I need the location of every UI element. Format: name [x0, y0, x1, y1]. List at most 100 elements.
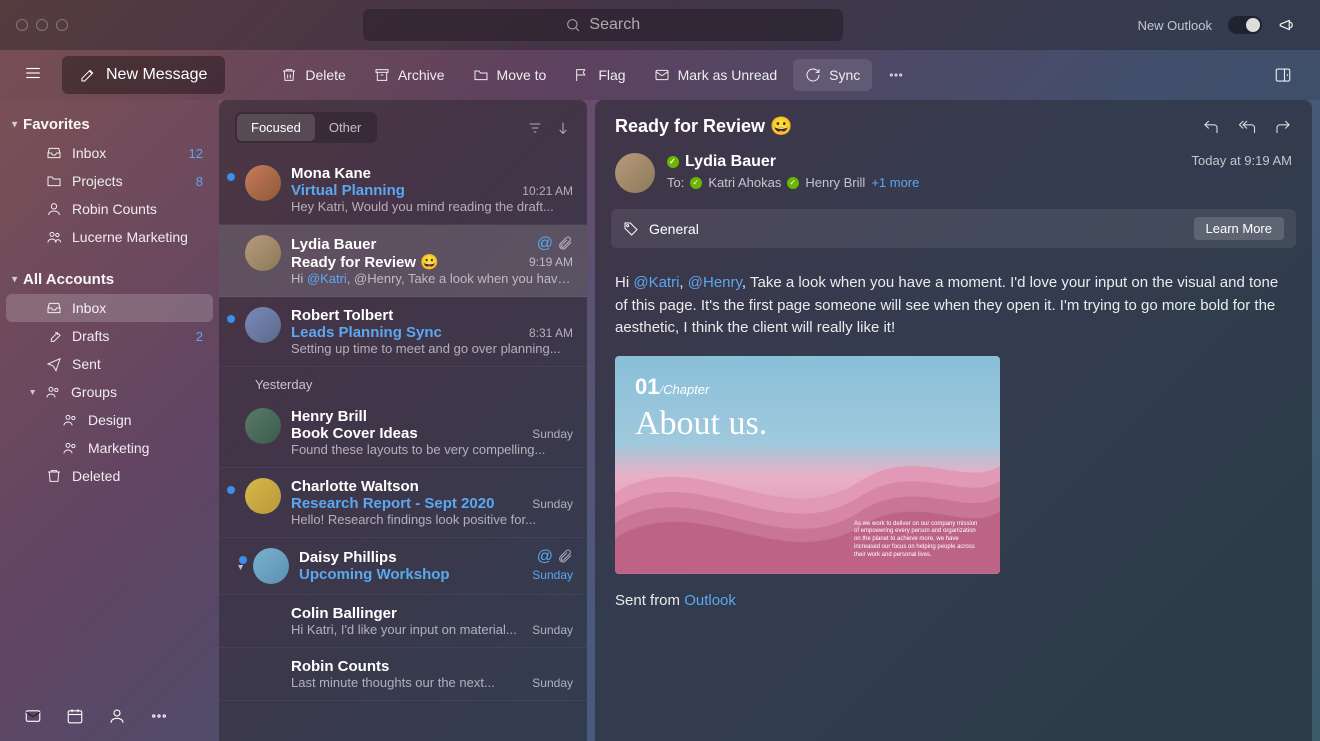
sidebar-label: Robin Counts — [72, 201, 203, 217]
message-item[interactable]: Lydia Bauer @ Ready for Review 😀 9:19 AM… — [219, 225, 587, 297]
sort-icon[interactable] — [555, 120, 571, 136]
sidebar-item-inbox[interactable]: Inbox — [6, 294, 213, 322]
sent-icon — [46, 356, 62, 372]
forward-icon[interactable] — [1274, 118, 1292, 136]
sidebar-item-deleted[interactable]: Deleted — [6, 462, 213, 490]
message-sender: Mona Kane — [291, 165, 573, 182]
sync-button[interactable]: Sync — [793, 59, 872, 91]
sidebar-item-inbox-fav[interactable]: Inbox 12 — [6, 139, 213, 167]
sidebar-item-design[interactable]: Design — [6, 406, 213, 434]
mail-icon[interactable] — [24, 707, 42, 725]
group-icon — [62, 412, 78, 428]
sidebar-item-drafts[interactable]: Drafts 2 — [6, 322, 213, 350]
message-item[interactable]: Robert Tolbert Leads Planning Sync 8:31 … — [219, 297, 587, 367]
mention[interactable]: @Katri — [633, 274, 679, 291]
attachment-icon — [557, 548, 573, 564]
menu-button[interactable] — [16, 56, 50, 95]
delete-button[interactable]: Delete — [269, 59, 357, 91]
mark-unread-button[interactable]: Mark as Unread — [642, 59, 790, 91]
more-icon[interactable] — [150, 707, 168, 725]
search-input[interactable]: Search — [363, 9, 843, 41]
sidebar-item-lucerne[interactable]: Lucerne Marketing — [6, 223, 213, 251]
filter-icon[interactable] — [527, 120, 543, 136]
tab-other[interactable]: Other — [315, 114, 376, 141]
sidebar-item-robin[interactable]: Robin Counts — [6, 195, 213, 223]
inbox-tabs: Focused Other — [235, 112, 377, 143]
person-icon — [46, 201, 62, 217]
sidebar-label: Groups — [71, 384, 203, 400]
outlook-link[interactable]: Outlook — [684, 592, 736, 609]
message-item[interactable]: Mona Kane Virtual Planning 10:21 AM Hey … — [219, 155, 587, 225]
message-sender: Robert Tolbert — [291, 307, 573, 324]
message-item[interactable]: Henry Brill Book Cover Ideas Sunday Foun… — [219, 398, 587, 468]
message-item[interactable]: ▸ Daisy Phillips @ Upcoming Workshop Sun… — [219, 538, 587, 595]
more-actions-button[interactable] — [876, 59, 916, 91]
sidebar-item-groups[interactable]: ▸ Groups — [6, 378, 213, 406]
unread-dot — [227, 173, 235, 181]
favorites-label: Favorites — [23, 116, 90, 133]
message-time: Sunday — [532, 497, 573, 511]
new-message-button[interactable]: New Message — [62, 56, 225, 94]
archive-label: Archive — [398, 67, 445, 83]
new-outlook-label: New Outlook — [1138, 18, 1212, 33]
trash-icon — [46, 468, 62, 484]
reply-all-icon[interactable] — [1238, 118, 1256, 136]
chevron-down-icon[interactable]: ▸ — [219, 565, 246, 573]
email-attachment-image[interactable]: 01/Chapter About us. As we work to deliv… — [615, 356, 1000, 574]
learn-more-button[interactable]: Learn More — [1194, 217, 1284, 240]
message-subject: Leads Planning Sync — [291, 324, 529, 341]
minimize-window-button[interactable] — [36, 19, 48, 31]
trash-icon — [281, 67, 297, 83]
message-preview: Hi Katri, I'd like your input on materia… — [291, 622, 532, 637]
message-subject: Research Report - Sept 2020 — [291, 495, 532, 512]
more-recipients-link[interactable]: +1 more — [871, 175, 919, 190]
image-body-text: As we work to deliver on our company mis… — [854, 521, 984, 560]
group-icon — [62, 440, 78, 456]
hamburger-icon — [24, 64, 42, 82]
new-message-label: New Message — [106, 66, 207, 84]
message-sender: Charlotte Waltson — [291, 478, 573, 495]
recipient-name: Katri Ahokas — [708, 175, 781, 190]
presence-available-icon — [787, 177, 799, 189]
zoom-window-button[interactable] — [56, 19, 68, 31]
reply-icon[interactable] — [1202, 118, 1220, 136]
message-item[interactable]: Colin Ballinger Hi Katri, I'd like your … — [219, 595, 587, 648]
favorites-header[interactable]: ▸ Favorites — [0, 110, 219, 139]
mention-icon: @ — [537, 235, 553, 253]
delete-label: Delete — [305, 67, 345, 83]
message-time: Sunday — [532, 623, 573, 637]
calendar-icon[interactable] — [66, 707, 84, 725]
sidebar-label: Projects — [72, 173, 186, 189]
archive-button[interactable]: Archive — [362, 59, 457, 91]
sidebar-item-projects[interactable]: Projects 8 — [6, 167, 213, 195]
window-controls — [16, 19, 68, 31]
message-item[interactable]: Robin Counts Last minute thoughts our th… — [219, 648, 587, 701]
toolbar: New Message Delete Archive Move to Flag … — [0, 50, 1320, 100]
megaphone-icon[interactable] — [1278, 16, 1296, 34]
all-accounts-header[interactable]: ▸ All Accounts — [0, 265, 219, 294]
sidebar-count: 12 — [189, 146, 203, 161]
inbox-icon — [46, 145, 62, 161]
tab-focused[interactable]: Focused — [237, 114, 315, 141]
tag-icon — [623, 221, 639, 237]
flag-button[interactable]: Flag — [562, 59, 637, 91]
folder-icon — [473, 67, 489, 83]
unread-dot — [239, 556, 247, 564]
sidebar-label: Inbox — [72, 145, 179, 161]
close-window-button[interactable] — [16, 19, 28, 31]
move-to-button[interactable]: Move to — [461, 59, 559, 91]
layout-button[interactable] — [1262, 58, 1304, 92]
sidebar-item-marketing[interactable]: Marketing — [6, 434, 213, 462]
email-body: Hi @Katri, @Henry, Take a look when you … — [595, 256, 1312, 628]
inbox-icon — [46, 300, 62, 316]
sidebar: ▸ Favorites Inbox 12 Projects 8 Robin Co… — [0, 100, 219, 741]
people-icon[interactable] — [108, 707, 126, 725]
sidebar-bottom-nav — [0, 691, 219, 741]
message-item[interactable]: Charlotte Waltson Research Report - Sept… — [219, 468, 587, 538]
message-time: Sunday — [532, 427, 573, 441]
sidebar-item-sent[interactable]: Sent — [6, 350, 213, 378]
chevron-down-icon: ▸ — [9, 122, 20, 127]
message-preview: Hi @Katri, @Henry, Take a look when you … — [291, 271, 573, 286]
mention[interactable]: @Henry — [688, 274, 742, 291]
new-outlook-toggle[interactable] — [1228, 16, 1262, 34]
